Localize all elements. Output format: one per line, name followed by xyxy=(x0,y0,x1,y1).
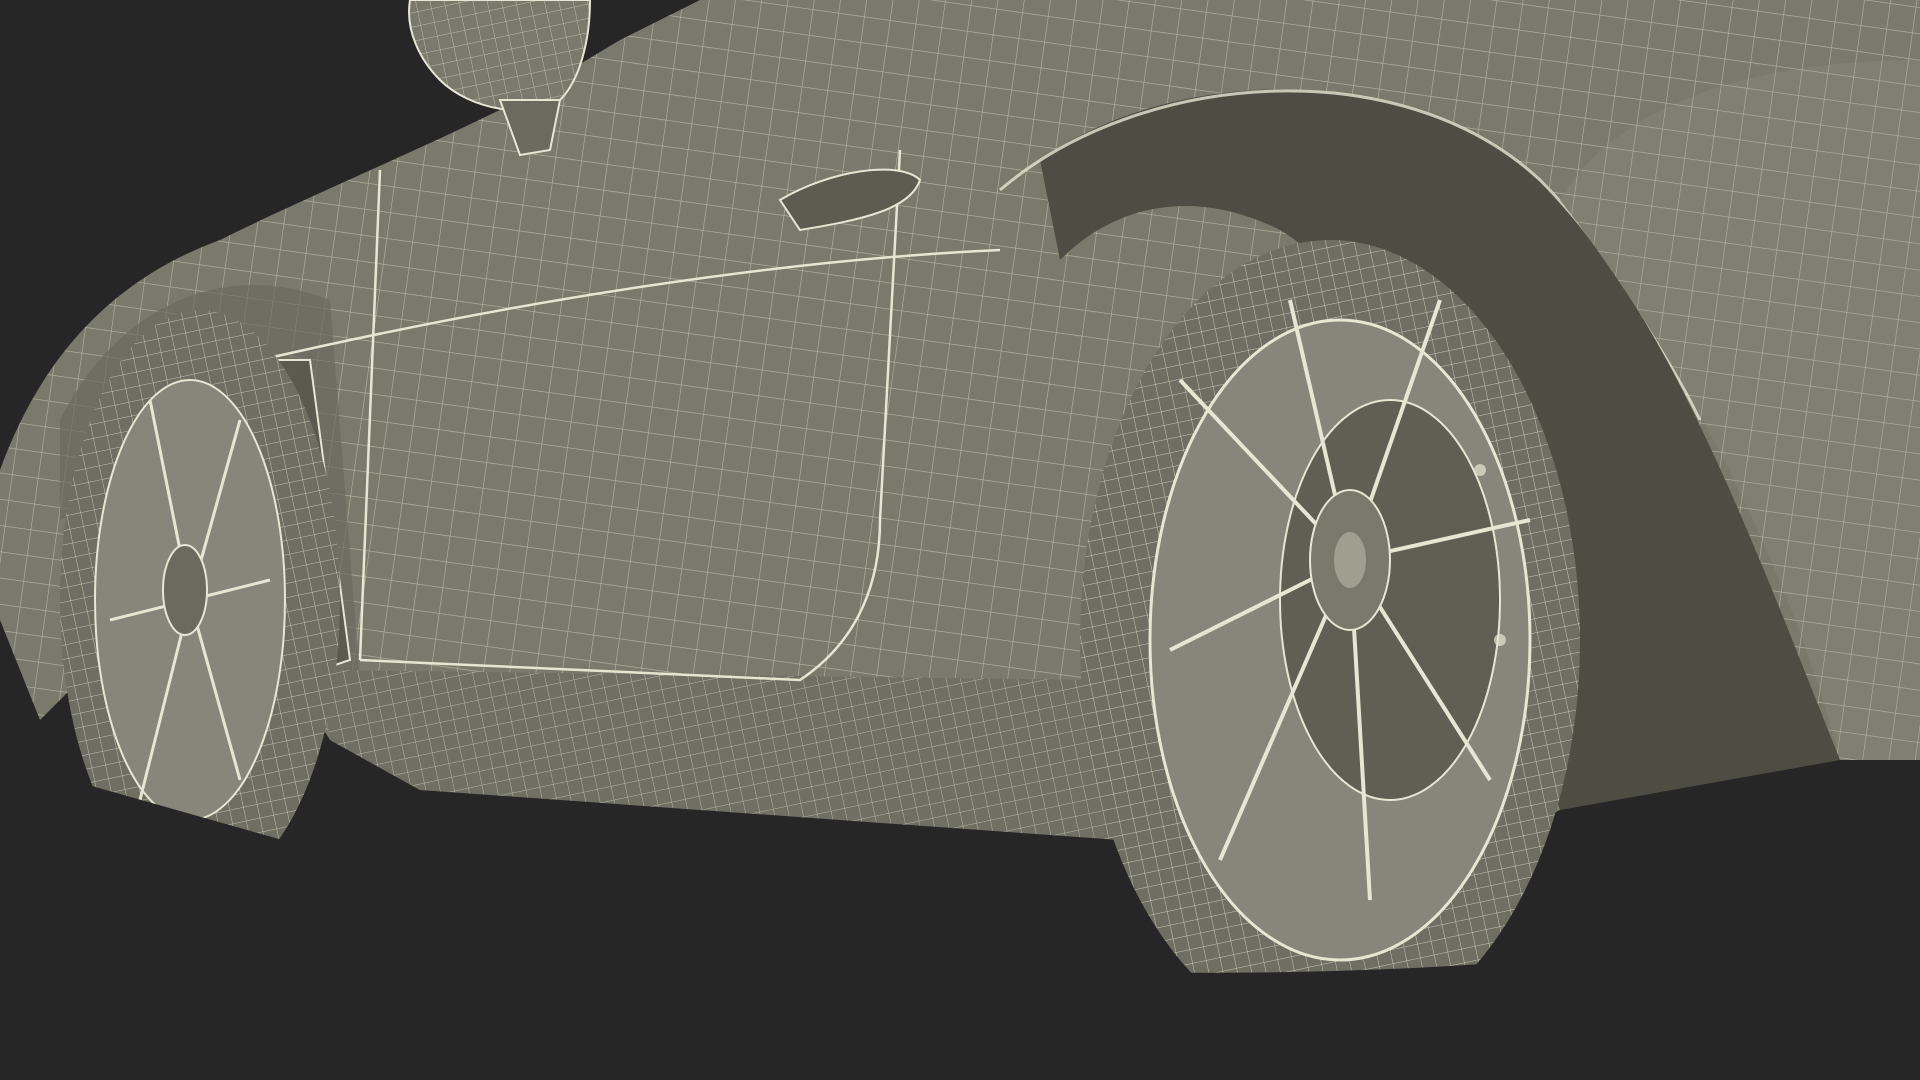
mirror-housing-wires xyxy=(409,0,590,111)
rear-hub-center xyxy=(1334,532,1366,588)
rear-wheel xyxy=(1080,240,1580,1040)
render-viewport xyxy=(0,0,1920,1080)
rear-brake-disc xyxy=(1279,399,1501,801)
rocker-wires xyxy=(320,670,1120,840)
brake-caliper-bolt xyxy=(1474,464,1486,476)
front-hub xyxy=(162,544,208,636)
wireframe-render xyxy=(0,0,1920,1080)
brake-caliper-bolt-lower xyxy=(1494,634,1506,646)
